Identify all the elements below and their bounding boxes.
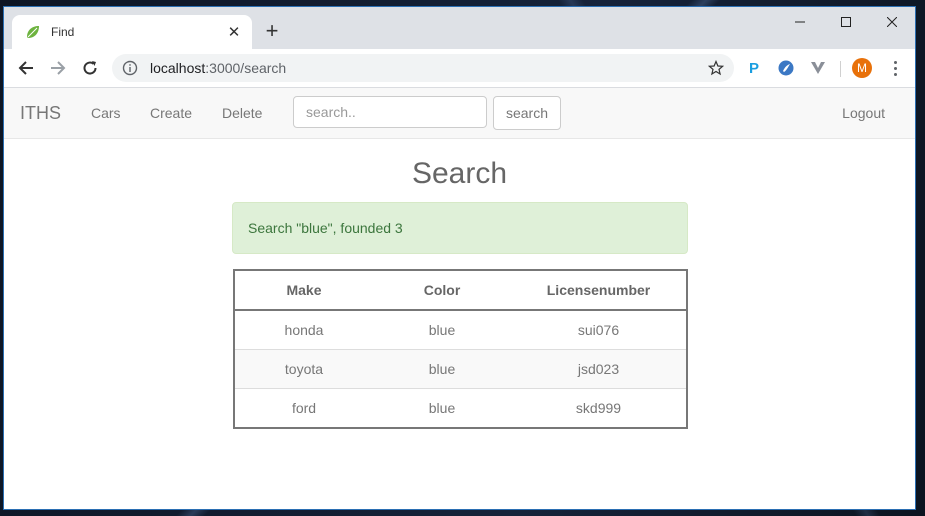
url-text[interactable]: localhost:3000/search: [150, 60, 286, 76]
url-host: localhost: [150, 60, 206, 76]
window-controls: [777, 7, 915, 37]
logout-link[interactable]: Logout: [842, 105, 885, 121]
cell-licensenumber: sui076: [511, 309, 687, 350]
profile-avatar[interactable]: M: [852, 58, 872, 78]
cell-color: blue: [373, 388, 511, 428]
maximize-icon[interactable]: [823, 7, 869, 37]
url-path: :3000/search: [205, 60, 287, 76]
menu-kebab-icon[interactable]: [887, 59, 903, 77]
new-tab-button[interactable]: +: [262, 20, 282, 42]
nav-link-create[interactable]: Create: [150, 105, 192, 121]
minimize-icon[interactable]: [777, 7, 823, 37]
cell-color: blue: [373, 309, 511, 350]
column-header-make: Make: [234, 270, 373, 311]
back-arrow-icon[interactable]: [16, 58, 36, 78]
nav-link-cars[interactable]: Cars: [91, 105, 121, 121]
close-tab-icon[interactable]: ✕: [226, 24, 242, 40]
table-header-row: Make Color Licensenumber: [234, 270, 687, 311]
site-navbar: ITHS Cars Create Delete search Logout: [4, 88, 915, 139]
p-extension-icon[interactable]: P: [745, 59, 763, 77]
search-button[interactable]: search: [493, 96, 561, 130]
column-header-color: Color: [373, 270, 511, 311]
table-row: ford blue skd999: [234, 388, 687, 428]
cell-licensenumber: jsd023: [511, 349, 687, 389]
cell-make: honda: [234, 309, 373, 350]
browser-tab-find[interactable]: Find ✕: [12, 15, 252, 49]
cell-licensenumber: skd999: [511, 388, 687, 428]
results-table: Make Color Licensenumber honda blue sui0…: [233, 269, 688, 429]
brand-link[interactable]: ITHS: [20, 103, 61, 124]
info-icon[interactable]: [122, 60, 138, 76]
circle-extension-icon[interactable]: [777, 59, 795, 77]
bookmark-star-icon[interactable]: [708, 60, 724, 76]
search-input[interactable]: [293, 96, 487, 128]
table-row: honda blue sui076: [234, 309, 687, 350]
browser-window: Find ✕ + localhost:3000/search P M ITHS …: [3, 6, 916, 510]
column-header-licensenumber: Licensenumber: [511, 270, 687, 311]
forward-arrow-icon[interactable]: [48, 58, 68, 78]
cell-make: toyota: [234, 349, 373, 389]
spring-leaf-icon: [25, 24, 41, 40]
cell-color: blue: [373, 349, 511, 389]
search-result-alert: Search "blue", founded 3: [232, 202, 688, 254]
reload-icon[interactable]: [80, 58, 100, 78]
close-icon[interactable]: [869, 7, 915, 37]
toolbar-divider: [840, 61, 841, 77]
tab-title: Find: [51, 25, 75, 39]
page-title: Search: [411, 157, 508, 190]
table-row: toyota blue jsd023: [234, 349, 687, 389]
browser-toolbar: localhost:3000/search P M: [4, 49, 915, 88]
v-extension-icon[interactable]: [809, 59, 827, 77]
web-page: ITHS Cars Create Delete search Logout Se…: [4, 88, 915, 509]
tab-strip: Find ✕ +: [4, 7, 915, 49]
nav-link-delete[interactable]: Delete: [222, 105, 262, 121]
address-bar[interactable]: localhost:3000/search: [112, 54, 734, 82]
cell-make: ford: [234, 388, 373, 428]
